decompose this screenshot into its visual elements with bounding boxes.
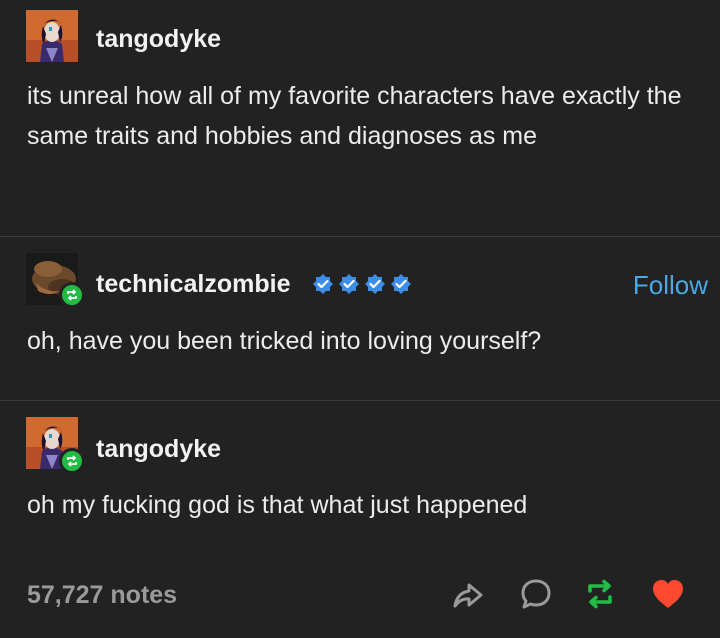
username[interactable]: tangodyke <box>96 434 221 464</box>
reblog-icon <box>67 289 77 301</box>
username[interactable]: tangodyke <box>96 24 221 54</box>
reblog-badge <box>59 448 85 474</box>
reblog-icon <box>67 455 77 467</box>
post-footer: 57,727 notes <box>0 549 720 638</box>
notes-count[interactable]: 57,727 notes <box>27 580 177 610</box>
verified-badge-icon <box>391 274 411 294</box>
follow-button[interactable]: Follow <box>633 270 708 300</box>
verified-badge-icon <box>313 274 333 294</box>
post-reblog-2: tangodyke oh my fucking god is that what… <box>0 401 720 549</box>
post-text: oh, have you been tricked into loving yo… <box>27 327 542 355</box>
post-text: oh my fucking god is that what just happ… <box>27 491 528 519</box>
username[interactable]: technicalzombie <box>96 269 291 299</box>
avatar-image <box>26 10 78 62</box>
post-text: its unreal how all of my favorite charac… <box>27 82 682 150</box>
reblog-icon[interactable] <box>582 576 618 612</box>
verified-badge-icon <box>339 274 359 294</box>
share-icon[interactable] <box>450 576 486 612</box>
post-original: tangodyke its unreal how all of my favor… <box>0 0 720 237</box>
verified-badge-icon <box>365 274 385 294</box>
reblog-badge <box>59 282 85 308</box>
post-reblog-1: technicalzombie Follow oh, have you been… <box>0 237 720 401</box>
like-icon[interactable] <box>650 576 686 612</box>
avatar[interactable] <box>26 10 78 62</box>
verified-badges <box>312 273 412 295</box>
reply-icon[interactable] <box>518 576 554 612</box>
